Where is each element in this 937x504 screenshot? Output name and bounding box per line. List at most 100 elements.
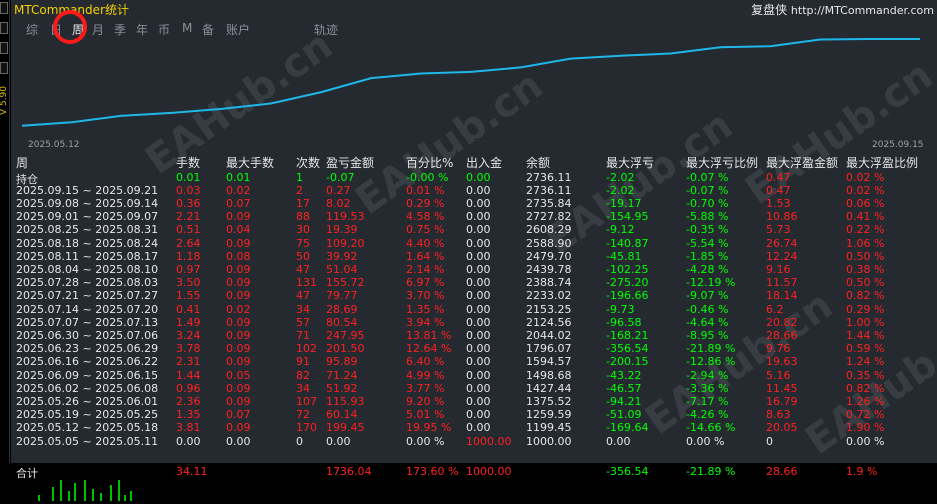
cell-7: 1199.45 [526,421,572,435]
brand[interactable]: 复盘侠 http://MTCommander.com [751,1,934,18]
cell-2: 0.09 [226,328,251,342]
cell-10: 0.47 [766,183,791,197]
cell-2: 0.07 [226,408,251,422]
cell-6: 0.00 [466,394,491,408]
cell-1: 0.41 [176,302,201,316]
cell-11: 0.50 % [846,276,885,290]
tab-5[interactable]: 年 [136,21,148,38]
tab-3[interactable]: 月 [92,21,104,38]
cell-8: -275.20 [606,276,649,290]
cell-0: 2025.07.28 ~ 2025.08.03 [16,276,159,290]
cell-9: 最大浮亏比例 [686,156,759,170]
table-row: 2025.06.23 ~ 2025.06.29 3.78 0.09 102 201.50… [16,342,926,355]
cell-6: 0.00 [466,381,491,395]
tab-4[interactable]: 季 [114,21,126,38]
cell-7: 2153.25 [526,302,572,316]
cell-3: 75 [296,236,310,250]
cell-7: 2608.29 [526,223,572,237]
cell-1: 3.81 [176,421,201,435]
cell-0: 2025.05.19 ~ 2025.05.25 [16,408,159,422]
cell-1: 1.49 [176,315,201,329]
cell-4: 80.54 [326,315,358,329]
histogram-bar [38,495,40,501]
cell-10: 20.05 [766,421,798,435]
cell-4: 247.95 [326,328,365,342]
cell-2: 0.05 [226,368,251,382]
cell-8: -96.58 [606,315,642,329]
cell-8: -9.12 [606,223,635,237]
cell-11: 0.41 % [846,210,885,224]
cell-2: 0.09 [226,236,251,250]
cell-0: 2025.07.21 ~ 2025.07.27 [16,289,159,303]
cell-1: 0.97 [176,262,201,276]
cell-10: 8.63 [766,408,791,422]
cell-4: 19.39 [326,223,358,237]
cell-6: 0.00 [466,328,491,342]
cell-3: 91 [296,355,310,369]
cell-0: 2025.08.18 ~ 2025.08.24 [16,236,159,250]
cell-3: 71 [296,328,310,342]
cell-1: 1.18 [176,249,201,263]
cell-6: 0.00 [466,262,491,276]
cell-10: 16.79 [766,394,798,408]
cell-4: 51.92 [326,381,358,395]
toolbar-button[interactable] [0,42,8,54]
cell-10: 1.53 [766,196,791,210]
table-row: 2025.07.21 ~ 2025.07.27 1.55 0.09 47 79.77 3.… [16,289,926,302]
cell-3: 72 [296,408,310,422]
cell-8: -51.09 [606,408,642,422]
toolbar-button[interactable] [0,22,8,34]
tab-6[interactable]: 币 [158,21,170,38]
cell-9: -2.94 % [686,368,729,382]
cell-5: 6.97 % [406,276,445,290]
cell-2: 0.04 [226,223,251,237]
cell-7: 1796.07 [526,342,572,356]
cell-4: 119.53 [326,210,365,224]
cell-5: 0.75 % [406,223,445,237]
cell-2: 0.02 [226,302,251,316]
toolbar-button[interactable] [0,62,8,74]
table-row: 2025.05.12 ~ 2025.05.18 3.81 0.09 170 199.45… [16,421,926,434]
toolbar-button[interactable] [0,2,8,14]
cell-0: 2025.08.11 ~ 2025.08.17 [16,249,159,263]
tab-8[interactable]: 备 [202,21,214,38]
cell-11: 1.24 % [846,355,885,369]
cell-11: 0.22 % [846,223,885,237]
tab-7[interactable]: M [182,21,192,35]
cell-3: 57 [296,315,310,329]
cell-6: 0.00 [466,183,491,197]
cell-8: -140.87 [606,236,649,250]
tab-9[interactable]: 账户 [226,21,250,38]
cell-9: -0.07 % [686,170,729,184]
cell-2: 0.09 [226,315,251,329]
cell-9: -14.66 % [686,421,736,435]
version-label: V 5.90 [0,86,9,116]
cell-5: 2.14 % [406,262,445,276]
cell-9: -4.26 % [686,408,729,422]
cell-11: 1.26 % [846,394,885,408]
tab-10[interactable]: 轨迹 [314,21,338,38]
cell-7: 2439.78 [526,262,572,276]
cell-5: 0.00 % [406,434,445,448]
cell-3: 88 [296,210,310,224]
cell-2: 0.08 [226,249,251,263]
cell-9: -5.54 % [686,236,729,250]
cell-10: 9.16 [766,262,791,276]
histogram-bar [52,487,54,501]
price-chart-strip [0,480,937,501]
cell-1: 2.36 [176,394,201,408]
cell-7: 2233.02 [526,289,572,303]
cell-4: 51.04 [326,262,358,276]
cell-5: 1.64 % [406,249,445,263]
cell-2: 0.07 [226,196,251,210]
cell-6: 1000.00 [466,465,512,478]
histogram-bars [38,480,132,501]
cell-5: 12.64 % [406,342,452,356]
cell-10: 5.73 [766,223,791,237]
cell-8: -45.81 [606,249,642,263]
cell-2: 最大手数 [226,156,275,170]
cell-2: 0.09 [226,276,251,290]
cell-10: 11.45 [766,381,798,395]
tab-0[interactable]: 综 [26,21,38,38]
brand-url[interactable]: http://MTCommander.com [791,4,934,17]
